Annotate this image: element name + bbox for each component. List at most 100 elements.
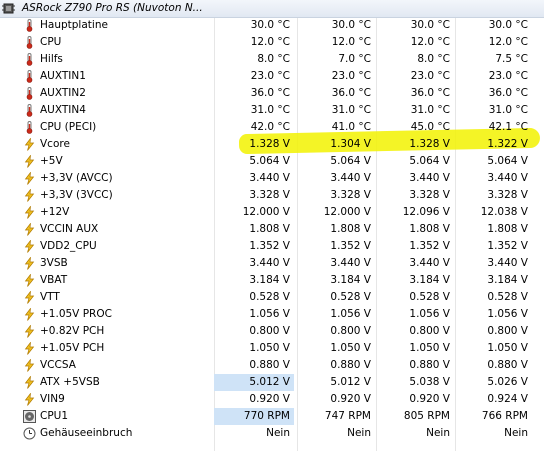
sensor-row[interactable]: Hilfs 8.0 °C 7.0 °C 8.0 °C 7.5 °C [0,51,544,68]
sensor-label: VIN9 [40,393,65,405]
current-value-cell: 36.0 °C [250,87,290,99]
sensor-label: Gehäuseeinbruch [40,427,133,439]
sensor-row[interactable]: AUXTIN4 31.0 °C 31.0 °C 31.0 °C 31.0 °C [0,102,544,119]
bolt-icon [23,188,36,202]
sensor-label: VCCSA [40,359,76,371]
sensor-label: VCCIN AUX [40,223,99,235]
minimum-value-cell: 5.012 V [330,376,371,388]
minimum-value-cell: 747 RPM [324,410,371,422]
maximum-value-cell: 23.0 °C [410,70,450,82]
sensor-row[interactable]: +3,3V (AVCC) 3.440 V 3.440 V 3.440 V 3.440 V [0,170,544,187]
sensor-row[interactable]: VBAT 3.184 V 3.184 V 3.184 V 3.184 V [0,272,544,289]
bolt-icon [23,137,36,151]
minimum-value-cell: 1.304 V [330,138,371,150]
sensor-label: Vcore [40,138,70,150]
current-value-cell: 3.328 V [249,189,290,201]
maximum-value-cell: 31.0 °C [410,104,450,116]
sensor-label: VTT [40,291,60,303]
sensor-row[interactable]: VDD2_CPU 1.352 V 1.352 V 1.352 V 1.352 V [0,238,544,255]
bolt-icon [23,375,36,389]
sensor-row[interactable]: +1.05V PROC 1.056 V 1.056 V 1.056 V 1.056 V [0,306,544,323]
maximum-value-cell: 45.0 °C [410,121,450,133]
sensor-row[interactable]: 3VSB 3.440 V 3.440 V 3.440 V 3.440 V [0,255,544,272]
sensor-label: 3VSB [40,257,68,269]
maximum-value-cell: 3.440 V [409,257,450,269]
average-value-cell: 3.440 V [487,257,528,269]
maximum-value-cell: 0.800 V [409,325,450,337]
bolt-icon [23,273,36,287]
sensor-row[interactable]: +1.05V PCH 1.050 V 1.050 V 1.050 V 1.050 V [0,340,544,357]
average-value-cell: 12.038 V [480,206,528,218]
maximum-value-cell: 12.0 °C [410,36,450,48]
sensor-row[interactable]: VCCSA 0.880 V 0.880 V 0.880 V 0.880 V [0,357,544,374]
maximum-value-cell: 1.050 V [409,342,450,354]
average-value-cell: 1.322 V [487,138,528,150]
average-value-cell: 36.0 °C [488,87,528,99]
sensor-row[interactable]: ATX +5VSB 5.012 V 5.012 V 5.038 V 5.026 V [0,374,544,391]
sensor-row[interactable]: +0.82V PCH 0.800 V 0.800 V 0.800 V 0.800 V [0,323,544,340]
sensor-row[interactable]: CPU (PECI) 42.0 °C 41.0 °C 45.0 °C 42.1 °C [0,119,544,136]
minimum-value-cell: 0.920 V [330,393,371,405]
minimum-value-cell: 31.0 °C [331,104,371,116]
sensor-row[interactable]: +12V 12.000 V 12.000 V 12.096 V 12.038 V [0,204,544,221]
sensor-label: AUXTIN4 [40,104,86,116]
minimum-value-cell: 1.056 V [330,308,371,320]
sensor-label: VDD2_CPU [40,240,97,252]
sensor-row[interactable]: CPU1 770 RPM 747 RPM 805 RPM 766 RPM [0,408,544,425]
maximum-value-cell: 3.184 V [409,274,450,286]
current-value-cell: 0.920 V [249,393,290,405]
average-value-cell: 0.800 V [487,325,528,337]
average-value-cell: 1.352 V [487,240,528,252]
sensor-group-header[interactable]: ASRock Z790 Pro RS (Nuvoton N... [0,0,544,18]
sensor-row[interactable]: Hauptplatine 30.0 °C 30.0 °C 30.0 °C 30.0 °C [0,17,544,34]
current-value-cell: 31.0 °C [250,104,290,116]
sensor-row[interactable]: Vcore 1.328 V 1.304 V 1.328 V 1.322 V [0,136,544,153]
sensor-row[interactable]: Gehäuseeinbruch Nein Nein Nein Nein [0,425,544,442]
current-value-cell: 23.0 °C [250,70,290,82]
maximum-value-cell: 3.328 V [409,189,450,201]
maximum-value-cell: 1.056 V [409,308,450,320]
thermometer-icon [23,87,36,100]
thermometer-icon [23,36,36,49]
sensor-row[interactable]: VCCIN AUX 1.808 V 1.808 V 1.808 V 1.808 V [0,221,544,238]
maximum-value-cell: 1.808 V [409,223,450,235]
maximum-value-cell: 1.328 V [409,138,450,150]
sensor-row[interactable]: +3,3V (3VCC) 3.328 V 3.328 V 3.328 V 3.328 V [0,187,544,204]
sensor-row[interactable]: AUXTIN2 36.0 °C 36.0 °C 36.0 °C 36.0 °C [0,85,544,102]
sensor-label: +12V [40,206,70,218]
bolt-icon [23,256,36,270]
sensor-label: CPU (PECI) [40,121,97,133]
minimum-value-cell: 1.050 V [330,342,371,354]
current-value-cell: 3.184 V [249,274,290,286]
minimum-value-cell: 3.440 V [330,257,371,269]
minimum-value-cell: 41.0 °C [331,121,371,133]
sensor-row[interactable]: CPU 12.0 °C 12.0 °C 12.0 °C 12.0 °C [0,34,544,51]
bolt-icon [23,171,36,185]
sensor-row[interactable]: VTT 0.528 V 0.528 V 0.528 V 0.528 V [0,289,544,306]
sensor-row[interactable]: +5V 5.064 V 5.064 V 5.064 V 5.064 V [0,153,544,170]
maximum-value-cell: 8.0 °C [417,53,450,65]
minimum-value-cell: 12.0 °C [331,36,371,48]
sensor-row[interactable]: AUXTIN1 23.0 °C 23.0 °C 23.0 °C 23.0 °C [0,68,544,85]
current-value-cell: Nein [266,427,290,439]
sensor-label: +0.82V PCH [40,325,105,337]
maximum-value-cell: 1.352 V [409,240,450,252]
sensor-label: AUXTIN2 [40,87,86,99]
average-value-cell: 0.924 V [487,393,528,405]
maximum-value-cell: 805 RPM [403,410,450,422]
average-value-cell: 23.0 °C [488,70,528,82]
sensor-label: CPU [40,36,62,48]
average-value-cell: 3.328 V [487,189,528,201]
sensor-row[interactable]: VIN9 0.920 V 0.920 V 0.920 V 0.924 V [0,391,544,408]
maximum-value-cell: 36.0 °C [410,87,450,99]
bolt-icon [23,324,36,338]
current-value-cell: 12.0 °C [250,36,290,48]
sensor-label: AUXTIN1 [40,70,86,82]
clock-icon [23,427,36,440]
minimum-value-cell: 0.800 V [330,325,371,337]
minimum-value-cell: 30.0 °C [331,19,371,31]
maximum-value-cell: 12.096 V [402,206,450,218]
current-value-cell: 42.0 °C [250,121,290,133]
bolt-icon [23,154,36,168]
current-value-cell: 8.0 °C [257,53,290,65]
